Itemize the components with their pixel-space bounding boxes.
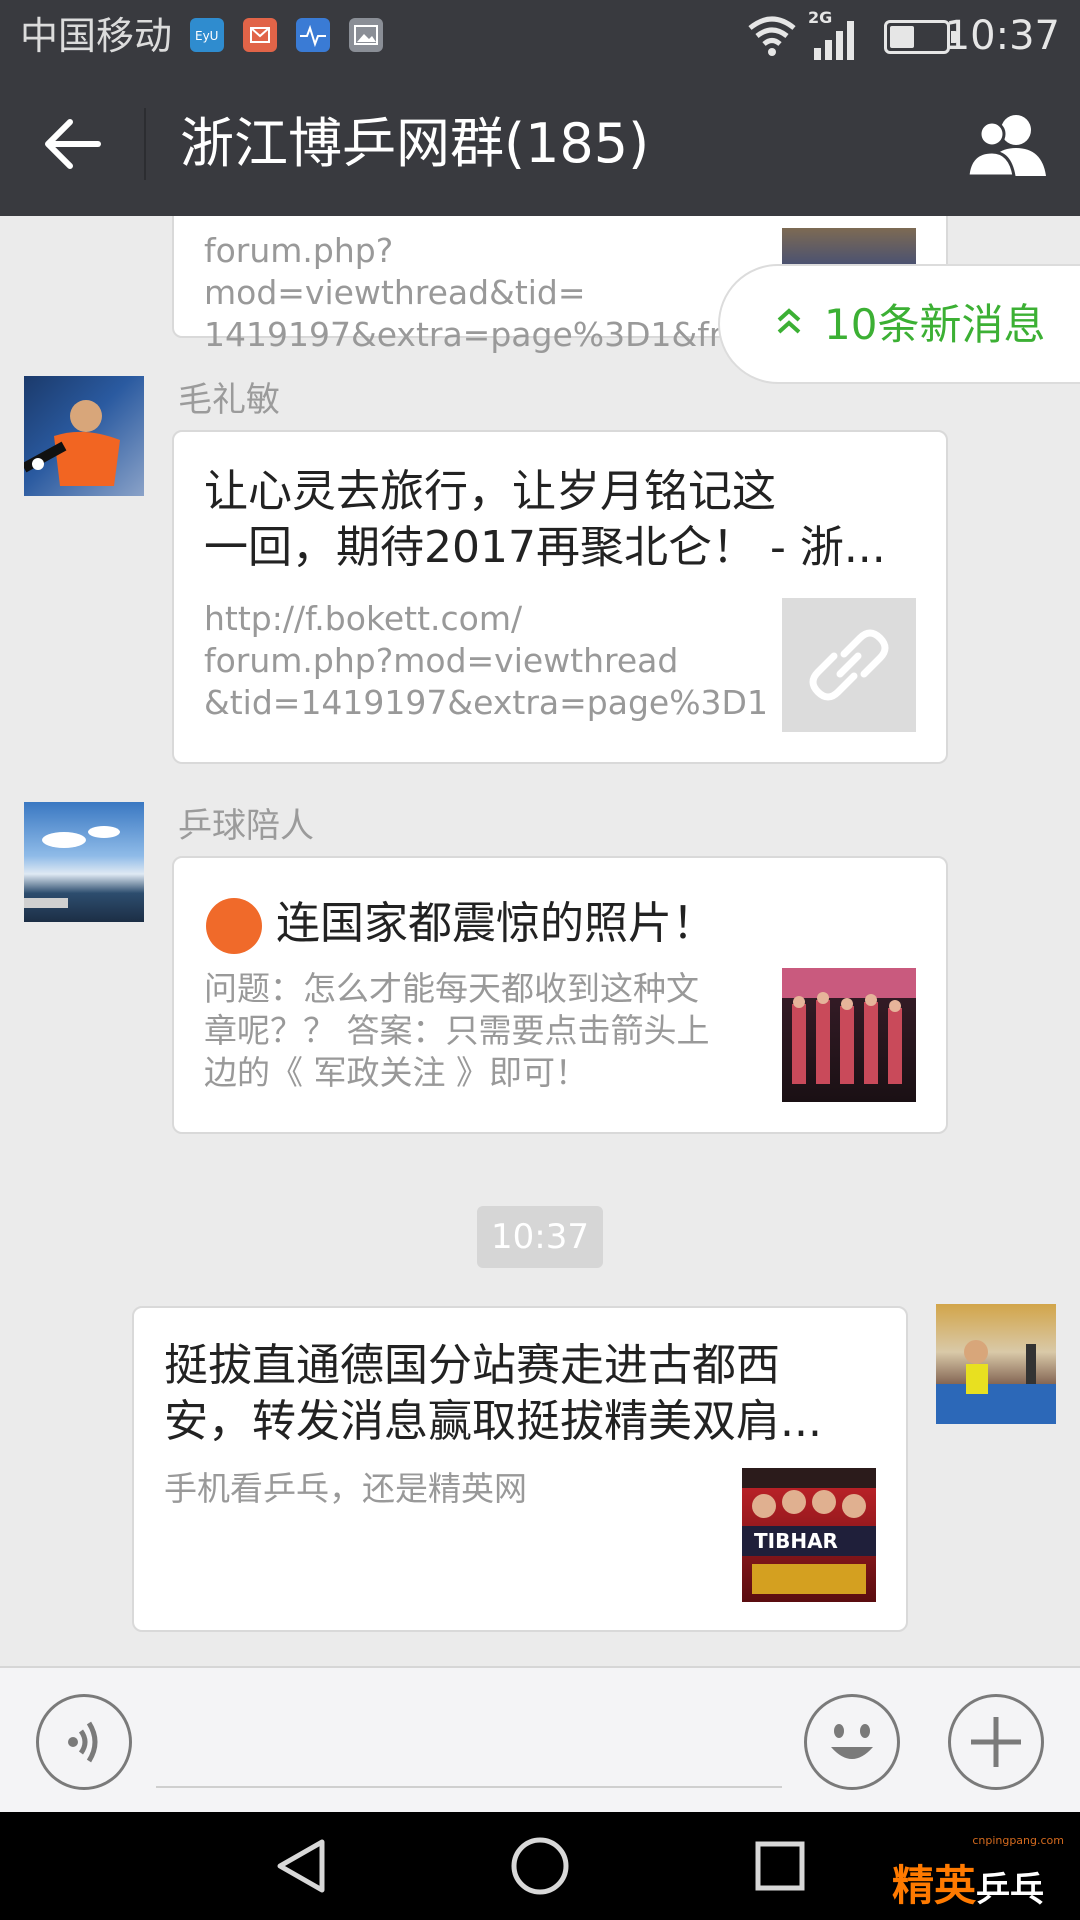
status-time: 10:37	[944, 13, 1060, 59]
carrier-label: 中国移动	[20, 14, 173, 58]
watermark-url: cnpingpang.com	[972, 1834, 1064, 1847]
watermark-brand-a: 精英	[892, 1861, 977, 1910]
sender-name: 乒球陪人	[178, 806, 314, 846]
card-desc: 问题：怎么才能每天都收到这种文 章呢？？ 答案：只需要点击箭头上 边的《 军政关…	[204, 969, 710, 1092]
chat-header: 浙江博乒网群(185)	[0, 72, 1080, 216]
nav-recents-icon[interactable]	[748, 1834, 812, 1898]
eyu-app-icon: EyU	[190, 18, 224, 52]
avatar[interactable]	[24, 802, 144, 922]
status-bar: 中国移动 EyU 2G 10:37	[0, 0, 1080, 72]
card-title: 挺拔直通德国分站赛走进古都西 安，转发消息赢取挺拔精美双肩...	[164, 1340, 822, 1447]
watermark-logo: cnpingpang.com 精英 乒乓网	[892, 1834, 1072, 1920]
mail-icon	[243, 18, 277, 52]
group-members-icon[interactable]	[966, 112, 1050, 178]
voice-input-icon	[68, 1721, 98, 1763]
nav-home-icon[interactable]	[508, 1834, 572, 1898]
message-timestamp: 10:37	[477, 1206, 603, 1268]
more-button[interactable]	[948, 1694, 1044, 1790]
wifi-icon	[748, 16, 796, 56]
signal-icon	[814, 21, 854, 60]
avatar[interactable]	[24, 376, 144, 496]
card-desc: 手机看乒乓，还是精英网	[164, 1469, 527, 1508]
back-arrow-icon[interactable]	[36, 114, 108, 174]
system-nav-bar: cnpingpang.com 精英 乒乓网	[0, 1812, 1080, 1920]
battery-icon	[884, 20, 957, 54]
message-card-outgoing[interactable]: 挺拔直通德国分站赛走进古都西 安，转发消息赢取挺拔精美双肩... 手机看乒乓，还…	[132, 1306, 908, 1632]
orange-dot-icon	[206, 898, 262, 954]
input-bar	[0, 1666, 1080, 1812]
message-input[interactable]	[156, 1786, 782, 1788]
card-thumbnail	[782, 598, 916, 732]
voice-input-button[interactable]	[36, 1694, 132, 1790]
link-icon	[809, 629, 889, 701]
watermark-brand-b: 乒乓网	[976, 1870, 1044, 1920]
gallery-icon	[349, 18, 383, 52]
emoji-button[interactable]	[804, 1694, 900, 1790]
new-messages-label: 10条新消息	[824, 300, 1046, 349]
plus-icon	[971, 1717, 1021, 1767]
svg-text:EyU: EyU	[195, 29, 218, 43]
my-avatar[interactable]	[936, 1304, 1056, 1424]
double-chevron-up-icon	[777, 308, 801, 334]
card-desc: forum.php?mod=viewthread&tid= 1419197&ex…	[204, 231, 773, 354]
emoji-icon	[831, 1724, 873, 1759]
health-icon	[296, 18, 330, 52]
card-desc: http://f.bokett.com/ forum.php?mod=viewt…	[204, 599, 768, 722]
nav-back-icon[interactable]	[270, 1834, 334, 1898]
chat-message-list[interactable]: forum.php?mod=viewthread&tid= 1419197&ex…	[0, 216, 1080, 1666]
page-title: 浙江博乒网群(185)	[180, 112, 650, 175]
message-card[interactable]: 让心灵去旅行，让岁月铭记这 一回，期待2017再聚北仑！ - 浙... http…	[172, 430, 948, 764]
new-messages-badge[interactable]: 10条新消息	[718, 264, 1080, 384]
card-thumbnail	[782, 968, 916, 1102]
svg-text:TIBHAR: TIBHAR	[754, 1529, 838, 1553]
sender-name: 毛礼敏	[178, 380, 280, 420]
card-title: 连国家都震惊的照片！	[276, 898, 716, 949]
card-title: 让心灵去旅行，让岁月铭记这 一回，期待2017再聚北仑！ - 浙...	[204, 466, 886, 573]
card-thumbnail: TIBHAR	[742, 1468, 876, 1602]
header-divider	[144, 108, 146, 180]
message-card[interactable]: 连国家都震惊的照片！ 问题：怎么才能每天都收到这种文 章呢？？ 答案：只需要点击…	[172, 856, 948, 1134]
